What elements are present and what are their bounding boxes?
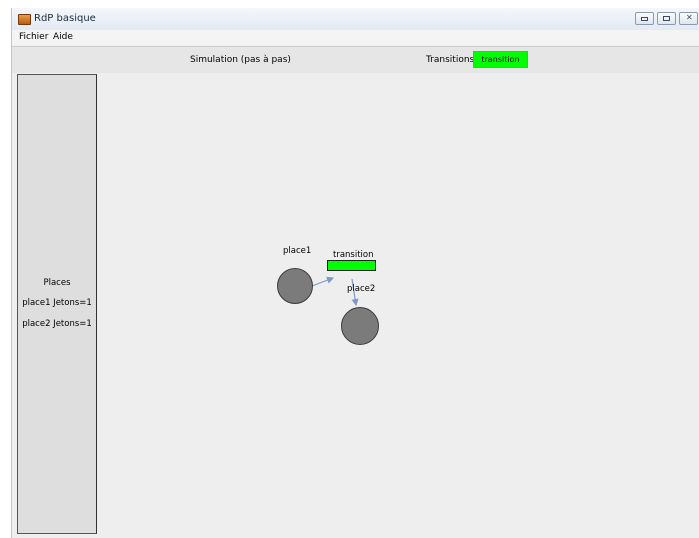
menu-bar: Fichier Aide	[12, 30, 699, 45]
transition-node[interactable]	[327, 260, 376, 271]
arc-place1-transition	[311, 276, 335, 287]
menu-fichier[interactable]: Fichier	[19, 32, 48, 42]
transitions-label: Transitions	[426, 55, 475, 65]
menu-aide[interactable]: Aide	[53, 32, 73, 42]
transition-label: transition	[333, 250, 374, 260]
transition-fire-button[interactable]: transition	[473, 51, 528, 68]
places-title: Places	[43, 278, 71, 288]
app-window: RdP basique ✕ Fichier Aide Simulation (p…	[11, 8, 699, 538]
window-controls: ✕	[635, 12, 698, 25]
window-title: RdP basique	[34, 13, 96, 24]
title-bar[interactable]: RdP basique ✕	[12, 8, 699, 30]
simulation-label: Simulation (pas à pas)	[190, 55, 291, 65]
maximize-icon	[663, 16, 670, 21]
simulation-toolbar: Simulation (pas à pas) Transitions trans…	[12, 46, 699, 73]
close-button[interactable]: ✕	[679, 12, 698, 25]
minimize-icon	[641, 17, 648, 21]
place-entry: place2 Jetons=1	[22, 319, 92, 329]
minimize-button[interactable]	[635, 12, 654, 25]
arcs-layer	[311, 276, 359, 307]
places-panel: Places place1 Jetons=1 place2 Jetons=1	[17, 74, 98, 534]
maximize-button[interactable]	[657, 12, 676, 25]
place1-node[interactable]	[277, 268, 313, 304]
place-entry: place1 Jetons=1	[22, 298, 92, 308]
place2-label: place2	[347, 284, 376, 294]
petri-net-canvas[interactable]: place1 transition place2	[97, 74, 699, 538]
app-icon	[18, 14, 31, 25]
place1-label: place1	[283, 246, 312, 256]
close-icon: ✕	[686, 13, 693, 22]
place2-node[interactable]	[341, 307, 379, 345]
